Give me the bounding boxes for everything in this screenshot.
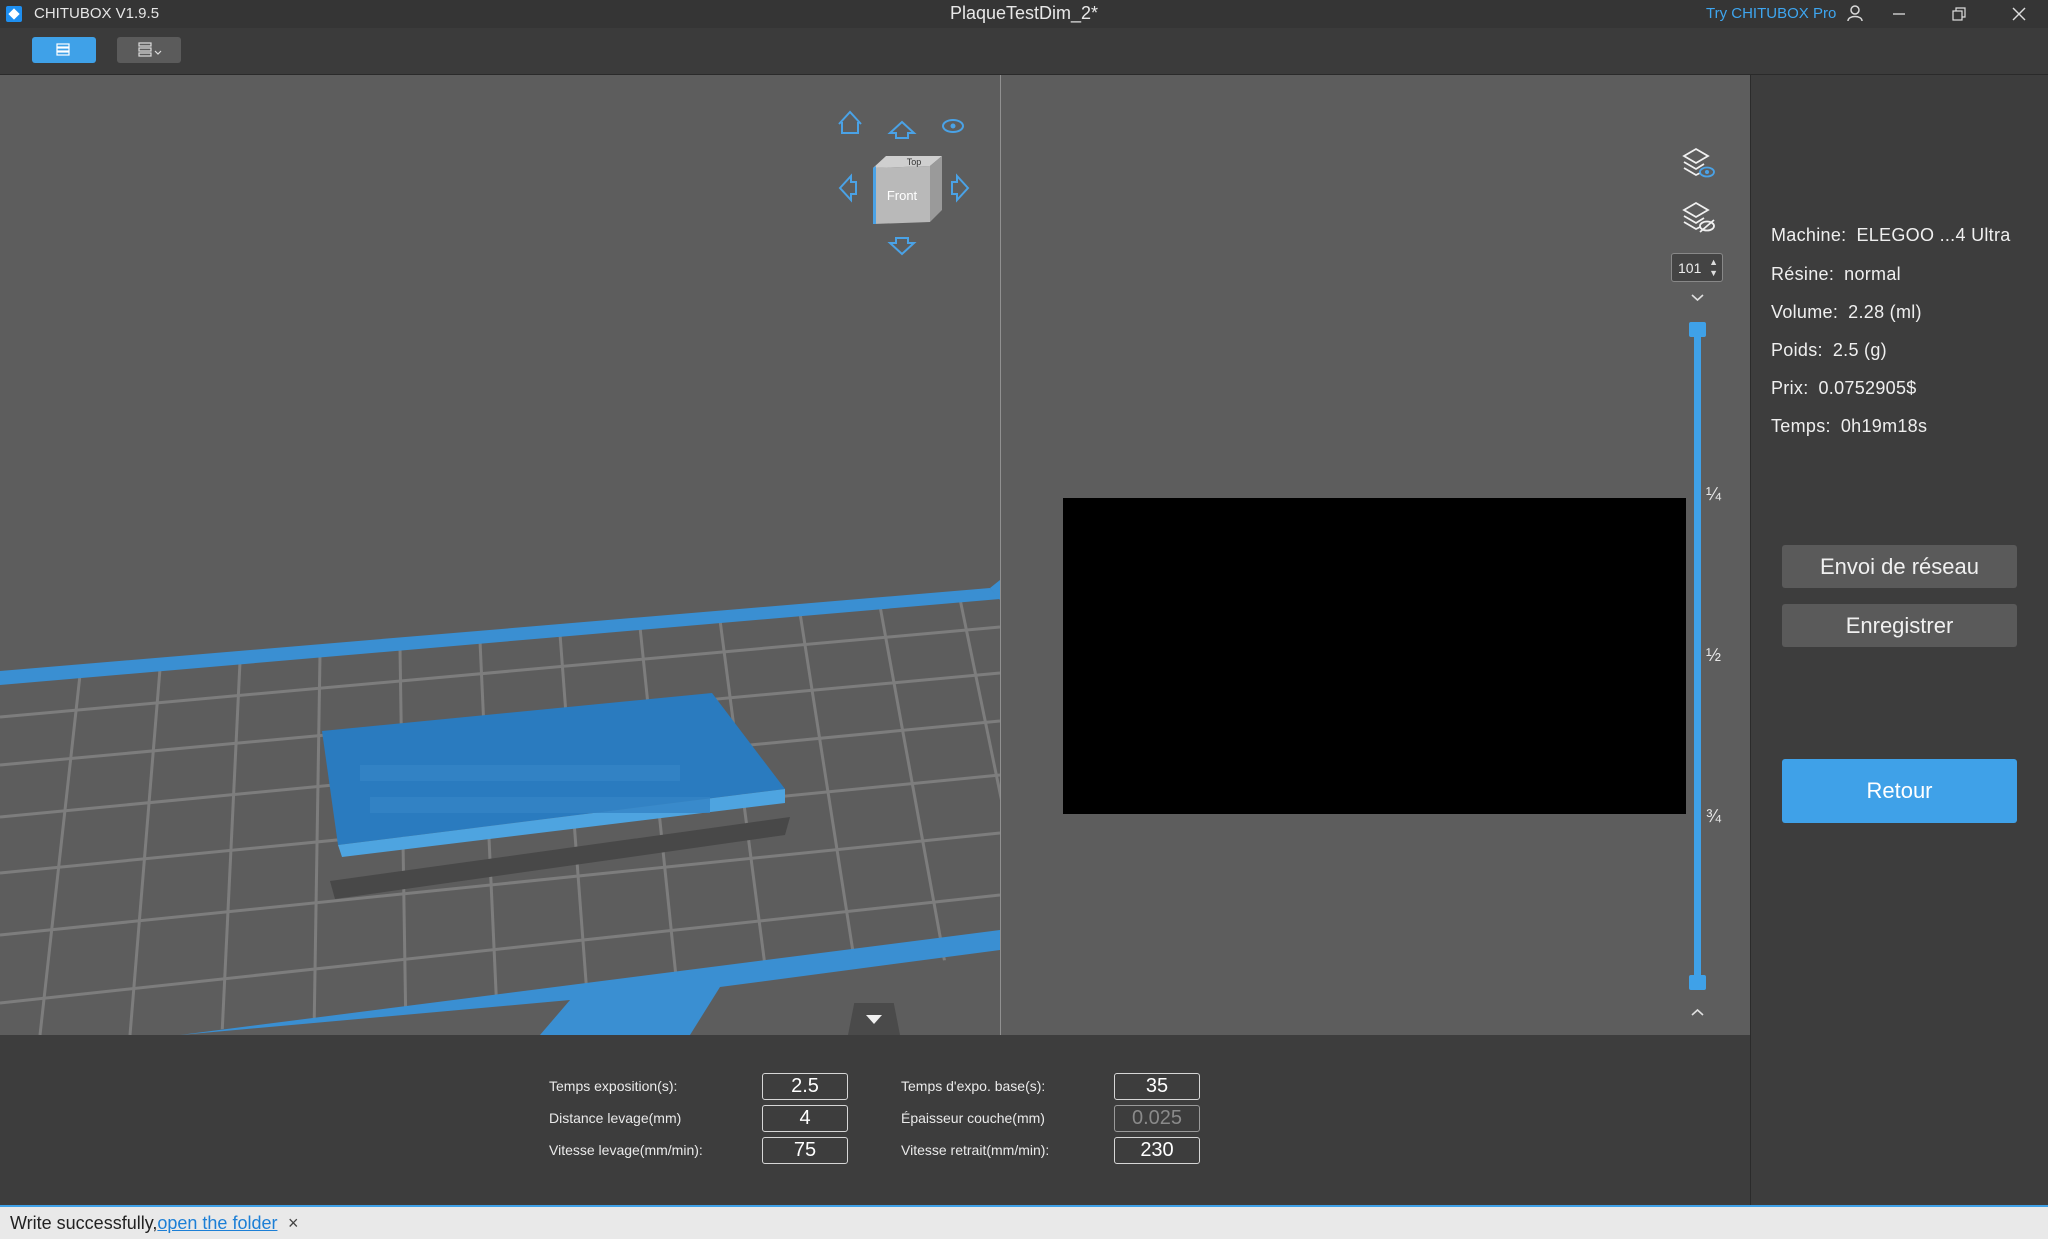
base-exposure-input[interactable]: 35 <box>1114 1073 1200 1100</box>
restore-icon <box>1952 7 1966 21</box>
toolbar <box>0 28 2048 75</box>
slice-print-icon <box>56 43 70 56</box>
status-bar: Write successfully,open the folder × <box>0 1205 2048 1239</box>
close-button[interactable] <box>1994 0 2044 28</box>
time-value: 0h19m18s <box>1840 416 1928 436</box>
status-close-icon[interactable]: × <box>288 1213 299 1234</box>
weight-row: Poids: 2.5 (g) <box>1771 340 1887 361</box>
weight-value: 2.5 (g) <box>1832 340 1887 360</box>
layers-visible-icon[interactable] <box>1680 146 1716 184</box>
restore-button[interactable] <box>1934 0 1984 28</box>
slider-tick-quarter: ¼ <box>1706 484 1722 504</box>
resin-value: normal <box>1844 264 1901 284</box>
base-exposure-label: Temps d'expo. base(s): <box>901 1078 1046 1094</box>
slider-tick-half: ½ <box>1706 645 1722 665</box>
retract-speed-input[interactable]: 230 <box>1114 1137 1200 1164</box>
layer-thickness-label: Épaisseur couche(mm) <box>901 1110 1045 1126</box>
user-icon[interactable] <box>1846 4 1864 22</box>
layers-stack-icon <box>138 42 162 57</box>
lift-distance-label: Distance levage(mm) <box>549 1110 682 1126</box>
exposure-label: Temps exposition(s): <box>549 1078 678 1094</box>
layer-number-value: 101 <box>1678 260 1702 276</box>
slices-menu-button[interactable] <box>117 37 181 63</box>
price-label: Prix: <box>1771 378 1809 398</box>
layer-step-down-icon[interactable] <box>1689 292 1706 304</box>
layer-preview-image <box>1063 498 1686 814</box>
minimize-icon <box>1893 13 1905 15</box>
try-pro-link[interactable]: Try CHITUBOX Pro <box>1706 5 1836 22</box>
machine-row: Machine: ELEGOO ...4 Ultra <box>1771 225 2011 246</box>
open-folder-link[interactable]: open the folder <box>157 1213 277 1233</box>
layer-thickness-input: 0.025 <box>1114 1105 1200 1132</box>
layer-preview-pane <box>1001 75 1750 1035</box>
network-send-button[interactable]: Envoi de réseau <box>1782 545 2017 588</box>
status-message: Write successfully,open the folder <box>10 1213 277 1234</box>
layer-slider-track[interactable] <box>1694 325 1701 985</box>
triangle-down-icon <box>866 1015 882 1024</box>
plate-back-edge <box>0 588 1000 685</box>
rotate-up-icon[interactable] <box>887 120 917 139</box>
layer-step-up-icon[interactable] <box>1689 1006 1706 1018</box>
price-value: 0.0752905$ <box>1818 378 1917 398</box>
view-navigator: Front Top <box>838 110 970 256</box>
slice-tab[interactable] <box>32 37 96 63</box>
minimize-button[interactable] <box>1874 0 1924 28</box>
price-row: Prix: 0.0752905$ <box>1771 378 1917 399</box>
app-name: CHITUBOX V1.9.5 <box>34 5 160 22</box>
eye-icon[interactable] <box>942 119 964 133</box>
weight-label: Poids: <box>1771 340 1823 360</box>
view-cube-top-label: Top <box>907 157 922 167</box>
layer-slider-top-handle[interactable] <box>1689 322 1706 337</box>
rotate-down-icon[interactable] <box>887 237 917 256</box>
machine-value: ELEGOO ...4 Ultra <box>1856 225 2011 245</box>
rotate-left-icon[interactable] <box>838 173 857 203</box>
resin-label: Résine: <box>1771 264 1835 284</box>
settings-panel-toggle[interactable] <box>848 1003 900 1035</box>
app-logo-icon <box>6 6 22 22</box>
time-label: Temps: <box>1771 416 1831 436</box>
time-row: Temps: 0h19m18s <box>1771 416 1927 437</box>
spin-up-icon[interactable]: ▲ <box>1709 258 1718 267</box>
back-button[interactable]: Retour <box>1782 759 2017 823</box>
retract-speed-label: Vitesse retrait(mm/min): <box>901 1142 1050 1158</box>
slider-tick-three-quarters: ¾ <box>1706 806 1722 826</box>
layer-slider-bottom-handle[interactable] <box>1689 975 1706 990</box>
exposure-input[interactable]: 2.5 <box>762 1073 848 1100</box>
rotate-right-icon[interactable] <box>951 173 970 203</box>
resin-row: Résine: normal <box>1771 264 1901 285</box>
machine-label: Machine: <box>1771 225 1847 245</box>
spin-down-icon[interactable]: ▼ <box>1709 269 1718 278</box>
view-cube-front-label: Front <box>887 188 918 203</box>
volume-value: 2.28 (ml) <box>1848 302 1922 322</box>
lift-distance-input[interactable]: 4 <box>762 1105 848 1132</box>
lift-speed-input[interactable]: 75 <box>762 1137 848 1164</box>
home-view-icon[interactable] <box>838 110 862 134</box>
layers-hidden-icon[interactable] <box>1680 200 1716 238</box>
volume-row: Volume: 2.28 (ml) <box>1771 302 1922 323</box>
right-info-panel: Machine: ELEGOO ...4 Ultra Résine: normal … <box>1750 75 2048 1205</box>
viewport-3d[interactable]: Front Top <box>0 75 1000 1035</box>
close-icon <box>2012 7 2026 21</box>
print-settings-panel: Temps exposition(s): 2.5 Distance levage… <box>0 1035 1750 1205</box>
save-button[interactable]: Enregistrer <box>1782 604 2017 647</box>
status-text: Write successfully, <box>10 1213 158 1233</box>
volume-label: Volume: <box>1771 302 1839 322</box>
title-bar: CHITUBOX V1.9.5 PlaqueTestDim_2* Try CHI… <box>0 0 2048 28</box>
layer-number-spinbox[interactable]: 101 ▲ ▼ <box>1671 253 1723 282</box>
lift-speed-label: Vitesse levage(mm/min): <box>549 1142 703 1158</box>
